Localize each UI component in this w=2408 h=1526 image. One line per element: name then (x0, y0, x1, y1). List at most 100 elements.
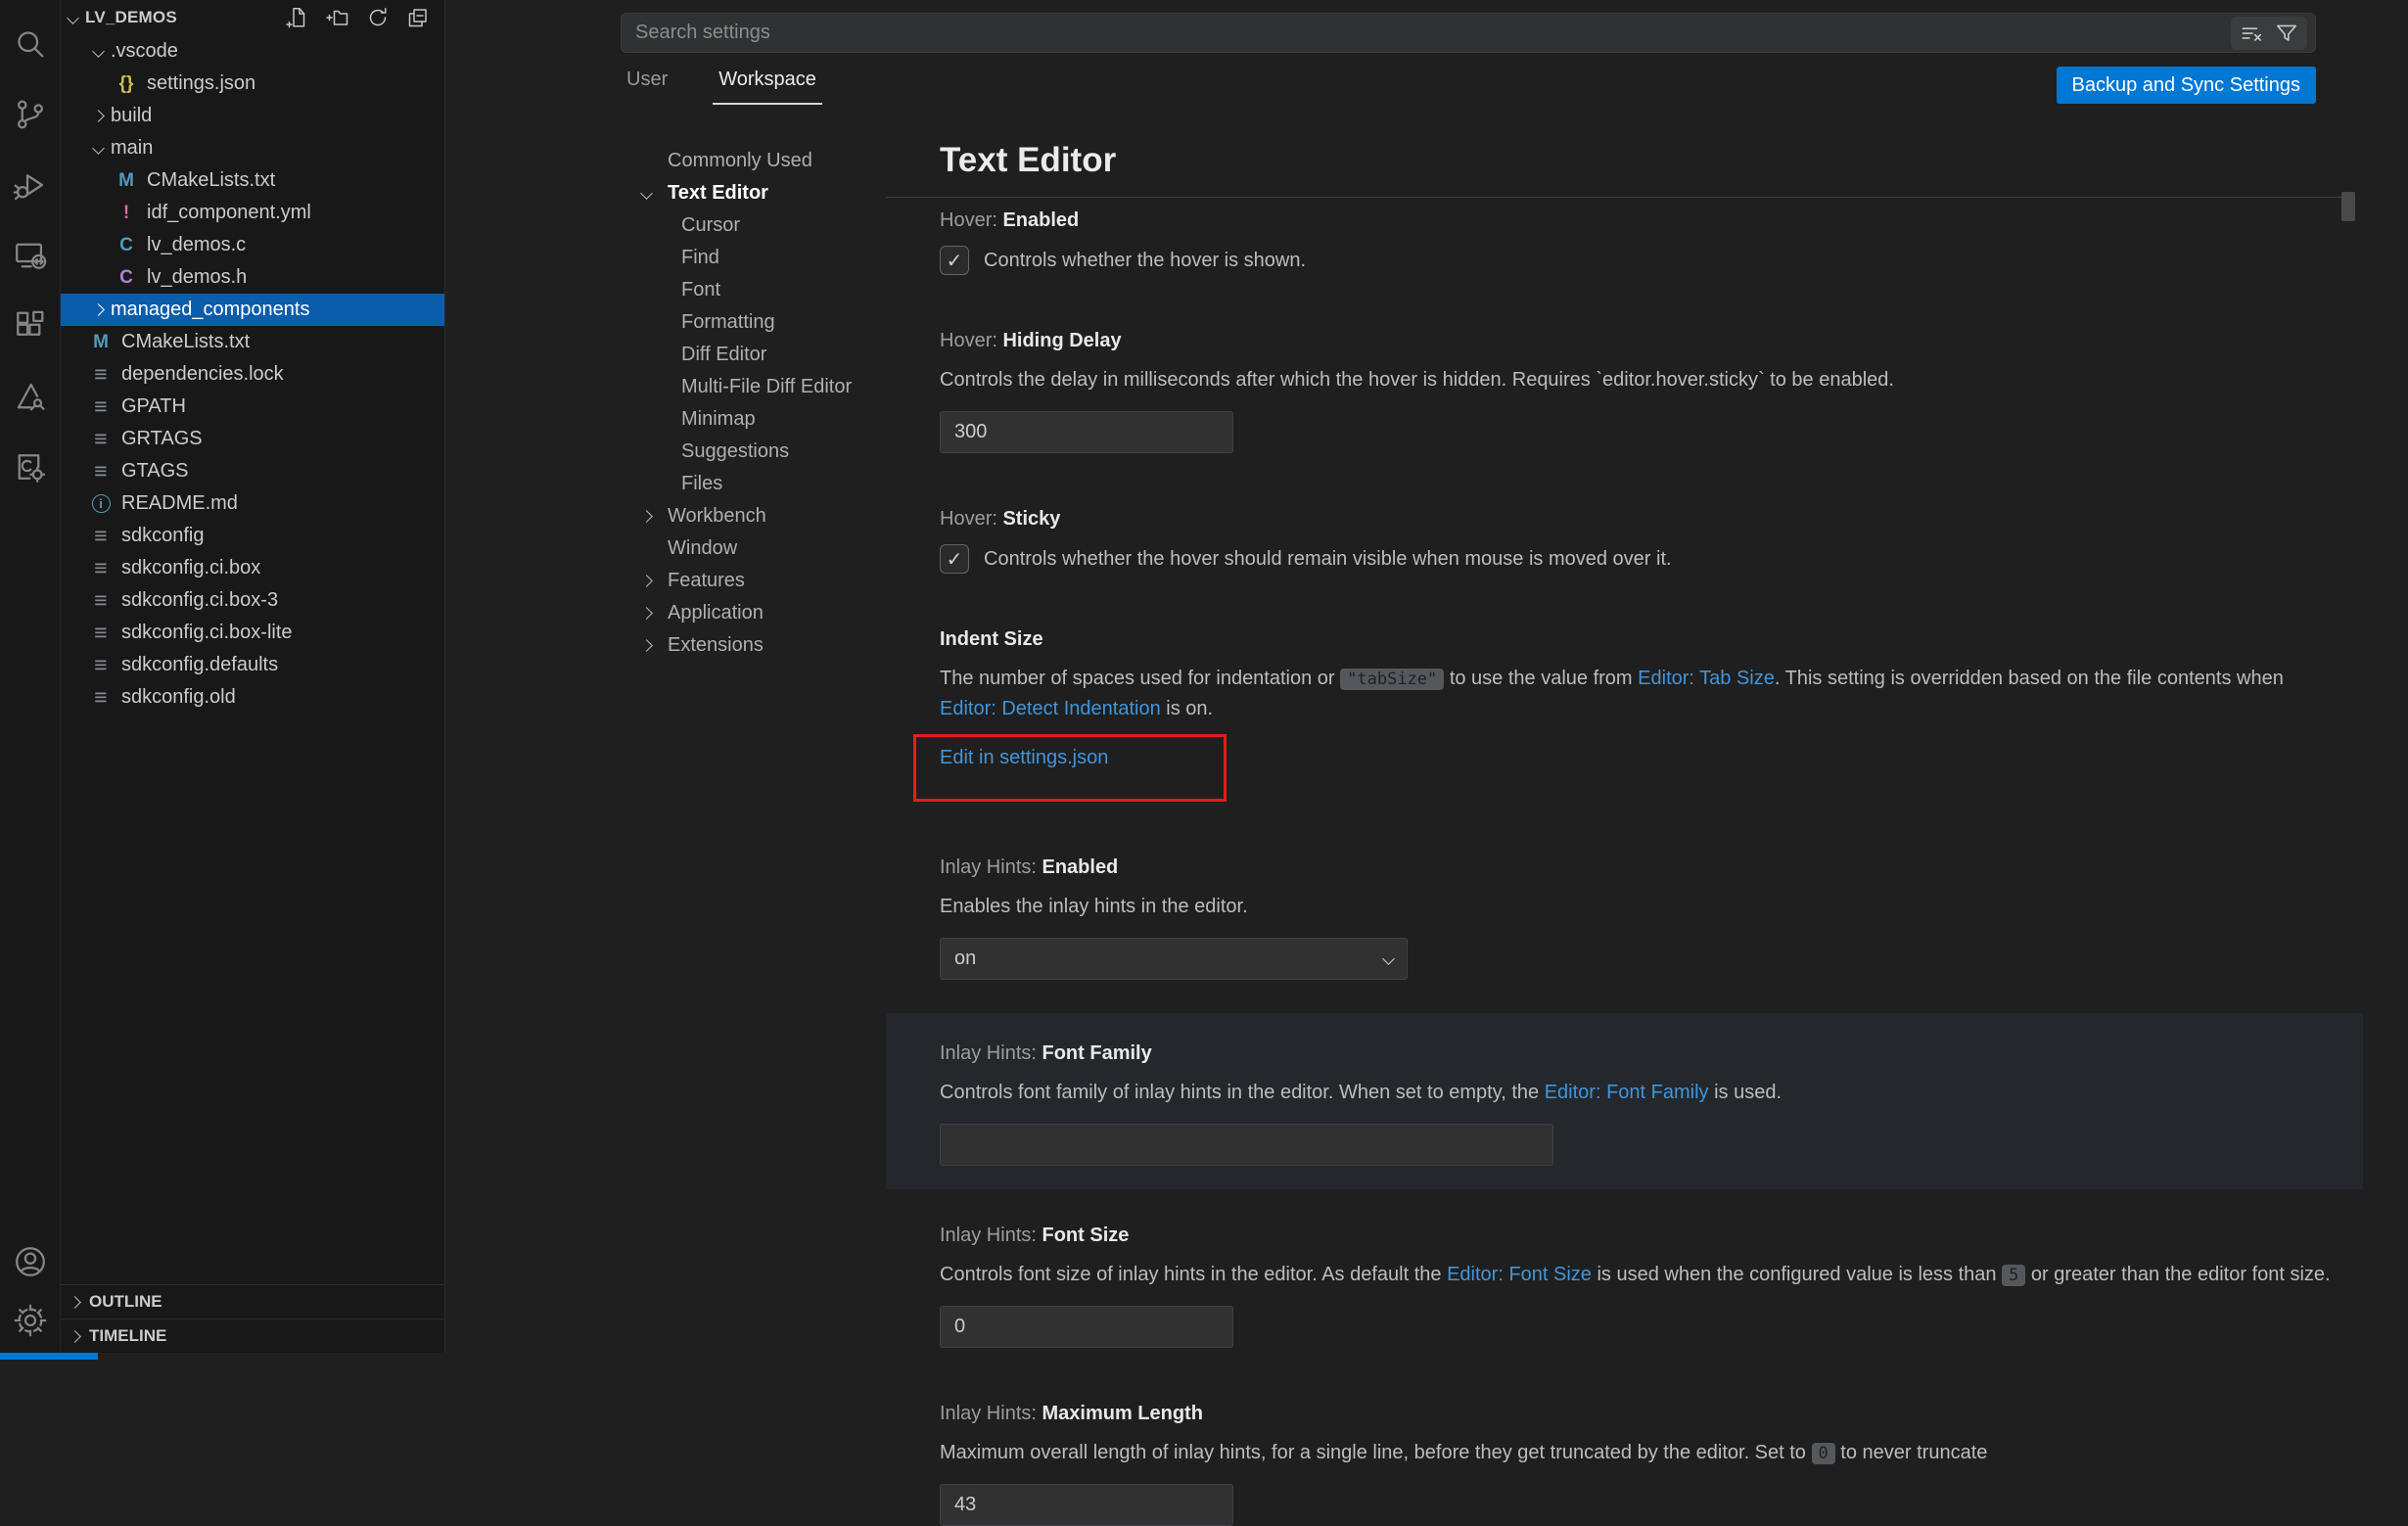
setting-link[interactable]: Editor: Font Family (1545, 1082, 1709, 1103)
tree-row-.vscode[interactable]: .vscode (61, 35, 444, 68)
tree-row-sdkconfig.ci.box[interactable]: ≡sdkconfig.ci.box (61, 552, 444, 584)
toc-item-extensions[interactable]: Extensions (621, 629, 914, 662)
checkbox-hover-enabled[interactable]: ✓ (940, 246, 969, 275)
checkbox-hover-sticky[interactable]: ✓ (940, 544, 969, 574)
tree-row-main[interactable]: main (61, 132, 444, 164)
activity-bar-bottom-icons (12, 1243, 49, 1353)
select-inlay-hints-enabled[interactable]: on (940, 938, 1408, 980)
backup-and-sync-settings-button[interactable]: Backup and Sync Settings (2057, 67, 2316, 104)
tab-user[interactable]: User (621, 65, 673, 105)
tree-row-sdkconfig.ci.box-3[interactable]: ≡sdkconfig.ci.box-3 (61, 584, 444, 617)
edit-in-settings-json-link[interactable]: Edit in settings.json (940, 747, 1108, 768)
espressif-idf-icon[interactable] (12, 378, 49, 415)
extensions-icon[interactable] (12, 307, 49, 345)
settings-search-bar[interactable]: Search settings (621, 13, 2316, 53)
toc-label: Suggestions (621, 440, 789, 463)
source-control-icon[interactable] (12, 96, 49, 133)
scrollbar-thumb[interactable] (2341, 192, 2355, 221)
chevron-down-icon (1382, 952, 1395, 965)
toc-label: Window (621, 537, 737, 560)
inline-desc: Controls whether the hover should remain… (984, 548, 1672, 571)
input-inlay-hints-font-size[interactable]: 0 (940, 1306, 1233, 1348)
tree-row-build[interactable]: build (61, 100, 444, 132)
tree-row-sdkconfig.old[interactable]: ≡sdkconfig.old (61, 681, 444, 714)
setting-link[interactable]: Editor: Detect Indentation (940, 698, 1161, 719)
file-label: README.md (121, 492, 238, 515)
file-icon-lv_demos.c: C (114, 235, 139, 256)
input-hover-hiding-delay[interactable]: 300 (940, 411, 1233, 453)
tree-row-lv_demos.c[interactable]: Clv_demos.c (61, 229, 444, 261)
settings-editor: Search settings User Workspace Backup and… (446, 0, 2408, 1353)
tree-row-sdkconfig.defaults[interactable]: ≡sdkconfig.defaults (61, 649, 444, 681)
tree-row-idf_component.yml[interactable]: !idf_component.yml (61, 197, 444, 229)
toc-label: Multi-File Diff Editor (621, 376, 852, 398)
file-label: lv_demos.h (147, 266, 247, 289)
toc-item-minimap[interactable]: Minimap (621, 403, 914, 436)
new-folder-icon[interactable] (325, 5, 350, 30)
remote-status-segment[interactable] (0, 1353, 98, 1360)
setting-title: Inlay Hints: Font Size (940, 1225, 2339, 1247)
refresh-icon[interactable] (365, 5, 391, 30)
toc-item-diff-editor[interactable]: Diff Editor (621, 339, 914, 371)
tree-row-CMakeLists.txt[interactable]: MCMakeLists.txt (61, 326, 444, 358)
toc-item-find[interactable]: Find (621, 242, 914, 274)
tree-row-GPATH[interactable]: ≡GPATH (61, 391, 444, 423)
file-label: managed_components (111, 299, 309, 321)
chevron-down-icon (67, 12, 79, 24)
setting-name: Enabled (1002, 209, 1079, 231)
toc-item-suggestions[interactable]: Suggestions (621, 436, 914, 468)
tree-row-dependencies.lock[interactable]: ≡dependencies.lock (61, 358, 444, 391)
toc-item-workbench[interactable]: Workbench (621, 500, 914, 532)
toc-item-files[interactable]: Files (621, 468, 914, 500)
run-debug-icon[interactable] (12, 166, 49, 204)
toc-item-formatting[interactable]: Formatting (621, 306, 914, 339)
filter-icon[interactable] (2273, 20, 2300, 47)
collapse-all-icon[interactable] (405, 5, 431, 30)
remote-explorer-icon[interactable] (12, 237, 49, 274)
input-inlay-hints-maximum-length[interactable]: 43 (940, 1484, 1233, 1526)
toc-item-features[interactable]: Features (621, 565, 914, 597)
explorer-section-header[interactable]: LV_DEMOS (61, 0, 444, 35)
search-icon[interactable] (12, 25, 49, 63)
tree-row-managed_components[interactable]: managed_components (61, 294, 444, 326)
new-file-icon[interactable] (285, 5, 310, 30)
tree-row-CMakeLists.txt[interactable]: MCMakeLists.txt (61, 164, 444, 197)
tree-row-settings.json[interactable]: {}settings.json (61, 68, 444, 100)
setting-name: Maximum Length (1042, 1403, 1202, 1424)
toc-item-multi-file-diff-editor[interactable]: Multi-File Diff Editor (621, 371, 914, 403)
tree-row-GRTAGS[interactable]: ≡ GRTAGS (61, 423, 444, 455)
explorer-header-actions (285, 5, 431, 30)
setting-description: Maximum overall length of inlay hints, f… (940, 1438, 2339, 1468)
desc-text: . This setting is overridden based on th… (1775, 668, 2284, 689)
settings-gear-icon[interactable] (12, 1302, 49, 1339)
toc-item-application[interactable]: Application (621, 597, 914, 629)
tree-row-lv_demos.h[interactable]: Clv_demos.h (61, 261, 444, 294)
tree-row-GTAGS[interactable]: ≡GTAGS (61, 455, 444, 487)
toc-item-cursor[interactable]: Cursor (621, 209, 914, 242)
file-icon-GRTAGS: ≡ (88, 426, 114, 452)
sidebar-bottom-sections: OUTLINETIMELINE (61, 1284, 444, 1353)
toc-item-text-editor[interactable]: Text Editor (621, 177, 914, 209)
setting-category: Hover: (940, 508, 1002, 530)
tree-row-sdkconfig[interactable]: ≡sdkconfig (61, 520, 444, 552)
tree-row-README.md[interactable]: iREADME.md (61, 487, 444, 520)
toc-item-window[interactable]: Window (621, 532, 914, 565)
file-label: GRTAGS (121, 428, 203, 450)
toc-item-font[interactable]: Font (621, 274, 914, 306)
desc-text: Controls the delay in milliseconds after… (940, 369, 1894, 391)
file-label: settings.json (147, 72, 255, 95)
sidebar-section-outline[interactable]: OUTLINE (61, 1284, 444, 1318)
clear-filter-icon[interactable] (2238, 20, 2265, 47)
tree-row-sdkconfig.ci.box-lite[interactable]: ≡sdkconfig.ci.box-lite (61, 617, 444, 649)
idf-components-icon[interactable] (12, 448, 49, 486)
toc-label: Font (621, 279, 720, 301)
sidebar-section-timeline[interactable]: TIMELINE (61, 1318, 444, 1353)
input-inlay-hints-font-family[interactable] (940, 1124, 1553, 1166)
toc-item-commonly-used[interactable]: Commonly Used (621, 145, 914, 177)
account-icon[interactable] (12, 1243, 49, 1280)
settings-search-input[interactable]: Search settings (635, 22, 770, 44)
setting-link[interactable]: Editor: Font Size (1447, 1264, 1592, 1285)
setting-name: Sticky (1002, 508, 1060, 530)
tab-workspace[interactable]: Workspace (713, 65, 822, 105)
setting-link[interactable]: Editor: Tab Size (1638, 668, 1775, 689)
